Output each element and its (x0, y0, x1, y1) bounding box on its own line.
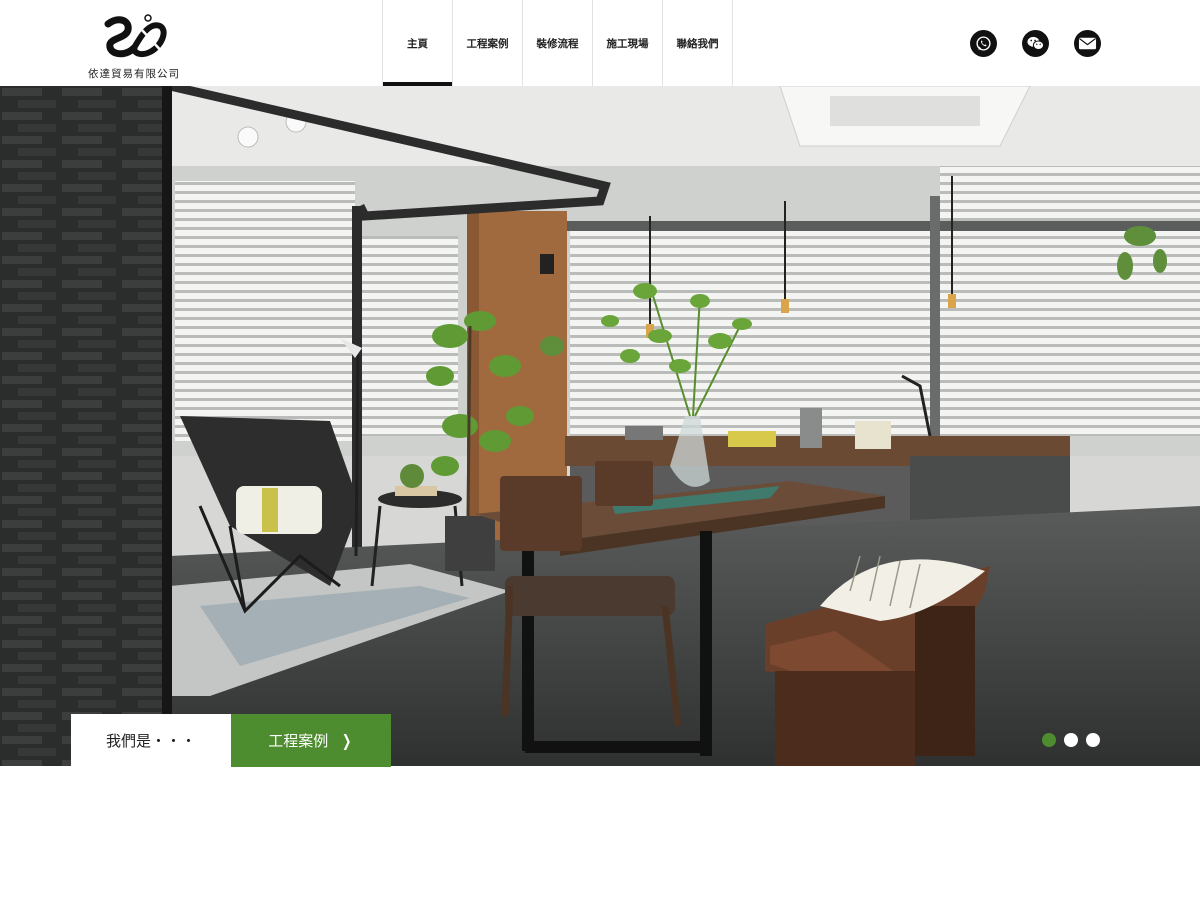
slide-dot-1[interactable] (1042, 733, 1056, 747)
cases-button[interactable]: 工程案例 ❯ (231, 714, 391, 767)
brand-logo[interactable]: 依達貿易有限公司 (82, 10, 192, 82)
nav-item-site[interactable]: 施工現場 (593, 0, 663, 86)
slide-dot-2[interactable] (1064, 733, 1078, 747)
chevron-right-icon: ❯ (342, 731, 352, 750)
nav-item-process[interactable]: 裝修流程 (523, 0, 593, 86)
mail-icon[interactable] (1074, 30, 1101, 57)
slider-pagination (1042, 733, 1100, 747)
nav-item-contact[interactable]: 聯絡我們 (663, 0, 733, 86)
hero-cta-group: 我們是・・・ 工程案例 ❯ (71, 714, 391, 767)
wechat-icon[interactable] (1022, 30, 1049, 57)
interior-photo (0, 86, 1200, 766)
whatsapp-icon[interactable] (970, 30, 997, 57)
social-links (970, 30, 1101, 57)
company-name: 依達貿易有限公司 (88, 68, 180, 80)
slide-dot-3[interactable] (1086, 733, 1100, 747)
about-us-button[interactable]: 我們是・・・ (71, 714, 231, 767)
main-nav: 主頁 工程案例 裝修流程 施工現場 聯絡我們 (382, 0, 733, 86)
nav-item-home[interactable]: 主頁 (383, 0, 453, 86)
hero-slider (0, 86, 1200, 766)
cases-button-label: 工程案例 (268, 732, 329, 750)
nav-item-cases[interactable]: 工程案例 (453, 0, 523, 86)
logo-mark-icon (104, 14, 167, 58)
site-header: 依達貿易有限公司 主頁 工程案例 裝修流程 施工現場 聯絡我們 (0, 0, 1200, 86)
